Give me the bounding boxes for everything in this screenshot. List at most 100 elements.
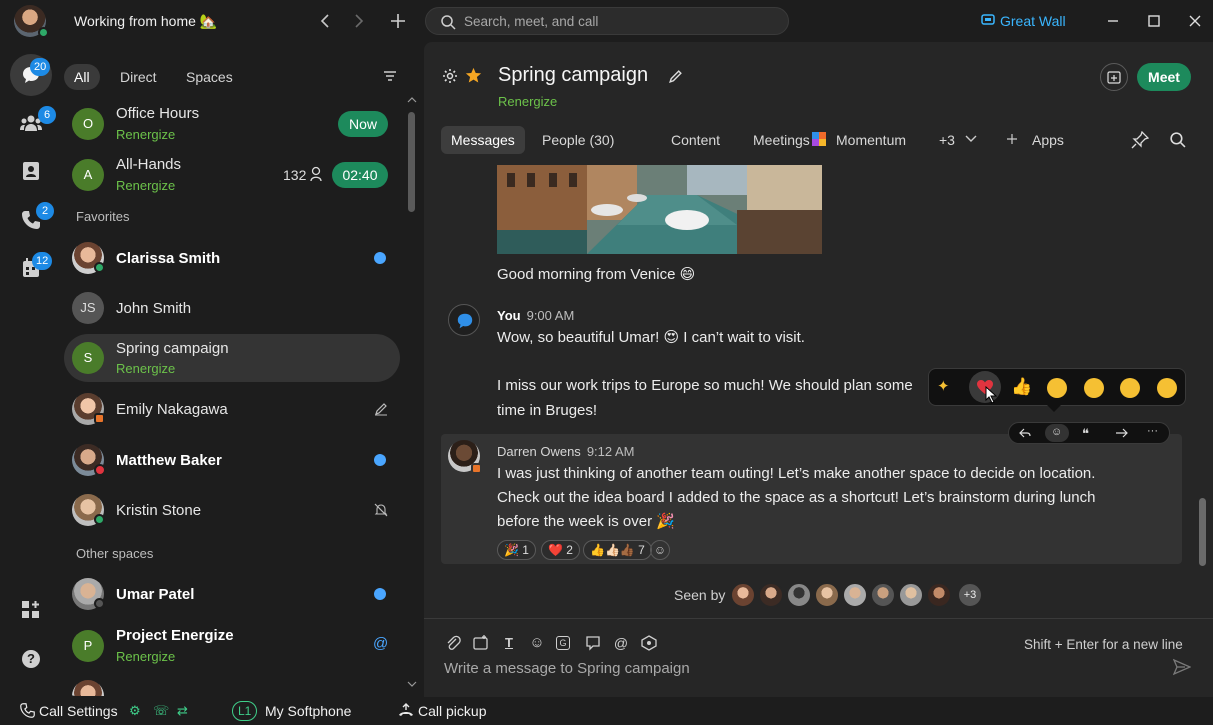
minimize-icon[interactable] xyxy=(1102,11,1124,31)
message-venice: Good morning from Venice 😄 xyxy=(497,266,696,283)
avatar xyxy=(72,680,104,696)
quote-icon[interactable]: ❝ xyxy=(1082,426,1089,442)
chevron-down-icon[interactable] xyxy=(965,135,977,143)
app-shortcut-icon[interactable] xyxy=(640,634,658,652)
seen-avatar[interactable] xyxy=(730,582,756,608)
seen-avatar[interactable] xyxy=(898,582,924,608)
reaction-party[interactable]: 🎉 1 xyxy=(497,540,536,560)
laugh-emoji-icon[interactable] xyxy=(1084,378,1104,398)
list-item-title: Spring campaign xyxy=(116,340,229,357)
mention-at-icon[interactable]: @ xyxy=(612,634,630,652)
space-search-icon[interactable] xyxy=(1169,131,1186,148)
list-scroll-thumb[interactable] xyxy=(408,112,415,212)
surprised-emoji-icon[interactable] xyxy=(1120,378,1140,398)
list-item-emily-nakagawa[interactable]: Emily Nakagawa xyxy=(64,385,400,433)
message-input[interactable] xyxy=(444,656,1144,680)
forward-icon[interactable] xyxy=(348,11,368,31)
favorite-star-icon[interactable] xyxy=(465,67,482,84)
space-team-name[interactable]: Renergize xyxy=(498,94,557,109)
list-item-partial[interactable] xyxy=(64,672,400,696)
attach-icon[interactable] xyxy=(444,634,462,652)
gif-icon[interactable]: G xyxy=(556,636,570,650)
tab-people[interactable]: People (30) xyxy=(532,126,624,154)
tab-momentum[interactable]: Momentum xyxy=(826,126,916,154)
rail-messaging[interactable]: 20 xyxy=(10,54,52,96)
filter-icon[interactable] xyxy=(383,70,397,82)
rail-help[interactable]: ? xyxy=(10,638,52,680)
format-text-icon[interactable]: T xyxy=(500,634,518,652)
filter-direct[interactable]: Direct xyxy=(110,64,167,90)
close-icon[interactable] xyxy=(1184,11,1206,31)
rail-calling[interactable]: 2 xyxy=(10,198,54,240)
seen-more-count[interactable]: +3 xyxy=(957,582,983,608)
my-status[interactable]: Working from home 🏡 xyxy=(74,13,217,30)
list-item-project-energize[interactable]: P Project Energize Renergize @ xyxy=(64,622,400,670)
tab-apps[interactable]: Apps xyxy=(1022,126,1074,154)
list-item-umar-patel[interactable]: Umar Patel xyxy=(64,570,400,618)
rail-apps[interactable] xyxy=(10,588,52,630)
list-item-title: John Smith xyxy=(116,300,192,317)
meet-button[interactable]: Meet xyxy=(1137,63,1191,91)
seen-avatar[interactable] xyxy=(758,582,784,608)
venice-photo[interactable] xyxy=(497,165,822,254)
list-item-matthew-baker[interactable]: Matthew Baker xyxy=(64,436,400,484)
list-item-all-hands[interactable]: A All-Hands Renergize 132 02:40 xyxy=(64,151,400,199)
gear-icon[interactable] xyxy=(442,68,458,84)
more-options-icon[interactable]: ··· xyxy=(1147,425,1158,437)
reaction-thumbs[interactable]: 👍👍🏻👍🏾 7 xyxy=(583,540,652,560)
add-reaction-icon[interactable]: ☺ xyxy=(650,540,670,560)
rail-teams[interactable]: 6 xyxy=(10,102,56,144)
reaction-heart[interactable]: ❤️ 2 xyxy=(541,540,580,560)
thumbs-up-emoji-icon[interactable]: 👍 xyxy=(1011,377,1032,397)
rail-meetings[interactable]: 12 xyxy=(10,246,53,288)
screenshot-icon[interactable] xyxy=(472,634,490,652)
list-item-subtitle: Renergize xyxy=(116,361,176,376)
tab-meetings[interactable]: Meetings xyxy=(743,126,820,154)
search-input[interactable] xyxy=(464,12,774,30)
list-item-kristin-stone[interactable]: Kristin Stone xyxy=(64,486,400,534)
schedule-meeting-button[interactable] xyxy=(1100,63,1128,91)
new-plus-icon[interactable] xyxy=(388,11,408,31)
meeting-timer-button[interactable]: 02:40 xyxy=(332,162,388,188)
forward-message-icon[interactable] xyxy=(1115,428,1128,439)
tab-content[interactable]: Content xyxy=(661,126,730,154)
react-button[interactable]: ☺ xyxy=(1045,424,1069,442)
whiteboard-icon[interactable] xyxy=(584,634,602,652)
filter-all[interactable]: All xyxy=(64,64,100,90)
seen-avatar[interactable] xyxy=(926,582,952,608)
back-icon[interactable] xyxy=(316,11,336,31)
tab-more[interactable]: +3 xyxy=(929,126,965,154)
list-item-spring-campaign[interactable]: S Spring campaign Renergize xyxy=(64,334,400,382)
seen-avatar[interactable] xyxy=(842,582,868,608)
pin-icon[interactable] xyxy=(1131,131,1149,149)
list-item-office-hours[interactable]: O Office Hours Renergize Now xyxy=(64,100,400,148)
emoji-icon[interactable]: ☺ xyxy=(528,634,546,652)
sad-emoji-icon[interactable] xyxy=(1157,378,1177,398)
tab-messages[interactable]: Messages xyxy=(441,126,525,154)
participants-icon xyxy=(310,166,322,182)
seen-avatar[interactable] xyxy=(786,582,812,608)
seen-avatar[interactable] xyxy=(814,582,840,608)
party-emoji-icon[interactable]: ✦ xyxy=(937,377,950,395)
send-icon[interactable] xyxy=(1173,658,1191,676)
line-badge[interactable]: L1 xyxy=(232,701,258,721)
seen-avatar[interactable] xyxy=(870,582,896,608)
smile-emoji-icon[interactable] xyxy=(1047,378,1067,398)
reply-icon[interactable] xyxy=(1019,428,1031,439)
search-bar[interactable] xyxy=(425,7,789,35)
edit-title-icon[interactable] xyxy=(668,69,683,84)
rail-contacts[interactable] xyxy=(10,150,52,192)
softphone-button[interactable]: My Softphone xyxy=(265,703,351,719)
maximize-icon[interactable] xyxy=(1143,11,1165,31)
org-name[interactable]: Great Wall xyxy=(1000,13,1066,29)
join-now-button[interactable]: Now xyxy=(338,111,388,137)
scroll-up-icon xyxy=(407,97,417,103)
list-item-title: All-Hands xyxy=(116,156,182,173)
list-item-john-smith[interactable]: JS John Smith xyxy=(64,284,400,332)
filter-spaces[interactable]: Spaces xyxy=(176,64,243,90)
call-pickup-button[interactable]: Call pickup xyxy=(418,703,486,719)
list-item-clarissa-smith[interactable]: Clarissa Smith xyxy=(64,234,400,282)
call-settings-button[interactable]: Call Settings xyxy=(39,703,118,719)
add-apps-plus-icon xyxy=(1007,134,1017,144)
messages-scroll-thumb[interactable] xyxy=(1199,498,1206,566)
